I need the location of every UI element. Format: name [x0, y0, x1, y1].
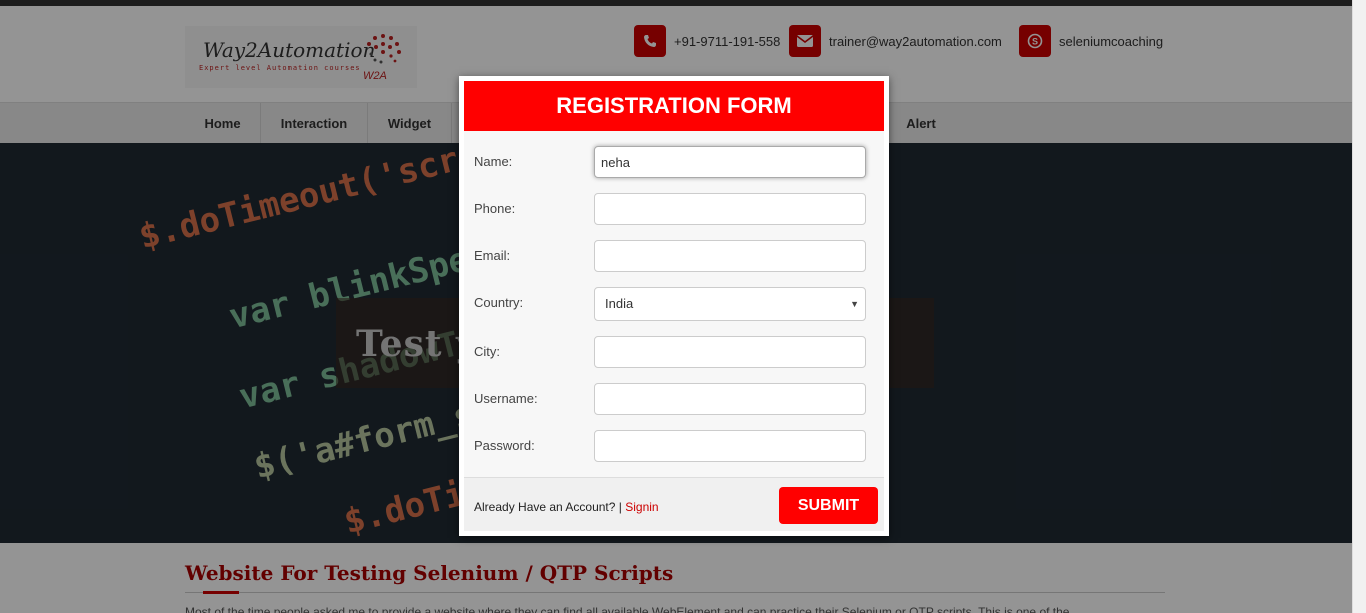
phone-input[interactable] [594, 193, 866, 225]
password-label: Password: [474, 438, 535, 453]
country-label: Country: [474, 295, 524, 310]
account-prompt: Already Have an Account? | Signin [474, 500, 659, 514]
modal-body: Name: Phone: Email: Country: India ▼ Cit… [464, 131, 884, 477]
city-label: City: [474, 344, 500, 359]
name-label: Name: [474, 154, 513, 169]
username-input[interactable] [594, 383, 866, 415]
signin-link[interactable]: Signin [625, 500, 658, 514]
name-input[interactable] [594, 146, 866, 178]
country-selected-value: India [605, 296, 634, 311]
page-scrollbar[interactable] [1352, 0, 1366, 613]
email-label: Email: [474, 248, 511, 263]
dropdown-arrow-icon: ▼ [850, 299, 859, 309]
email-input[interactable] [594, 240, 866, 272]
account-prompt-text: Already Have an Account? | [474, 500, 626, 514]
username-label: Username: [474, 391, 538, 406]
country-select[interactable]: India ▼ [594, 287, 866, 321]
registration-modal: REGISTRATION FORM Name: Phone: Email: Co… [459, 76, 889, 536]
modal-footer: Already Have an Account? | Signin SUBMIT [464, 477, 884, 531]
password-input[interactable] [594, 430, 866, 462]
phone-label: Phone: [474, 201, 516, 216]
modal-title: REGISTRATION FORM [464, 81, 884, 131]
city-input[interactable] [594, 336, 866, 368]
submit-button[interactable]: SUBMIT [779, 487, 878, 524]
